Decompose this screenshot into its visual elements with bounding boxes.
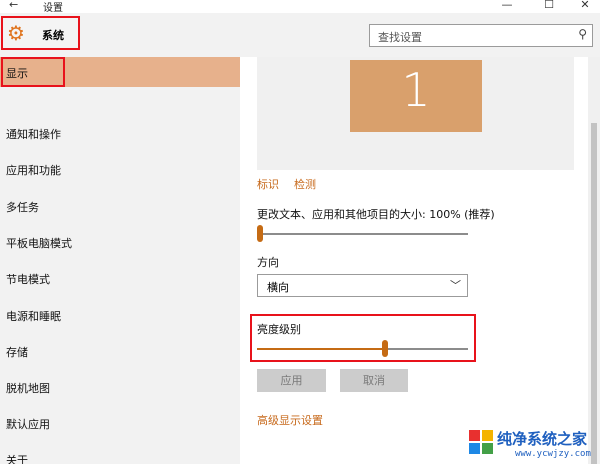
display-settings-panel: 1 标识 检测 更改文本、应用和其他项目的大小: 100% (推荐) 方向 横向… (240, 57, 588, 464)
back-arrow-icon[interactable]: ← (9, 0, 18, 11)
sidebar-item-label: 通知和操作 (6, 128, 61, 141)
chevron-down-icon: ﹀ (450, 279, 461, 292)
header: ⚙ 系统 查找设置 ⚲ (0, 13, 600, 57)
detect-link[interactable]: 检测 (294, 176, 316, 192)
sidebar-item-label: 多任务 (6, 201, 39, 214)
scale-slider-thumb[interactable] (257, 225, 263, 242)
watermark: 纯净系统之家 www.ycwjzy.com (467, 427, 600, 464)
scrollbar[interactable] (588, 57, 600, 464)
scale-label: 更改文本、应用和其他项目的大小: 100% (推荐) (257, 208, 495, 221)
watermark-url: www.ycwjzy.com (515, 449, 591, 459)
orientation-select[interactable]: 横向 ﹀ (257, 274, 468, 297)
search-input[interactable]: 查找设置 ⚲ (369, 24, 593, 47)
sidebar-item-power-sleep[interactable]: 电源和睡眠 (0, 300, 240, 330)
sidebar-item-label: 应用和功能 (6, 164, 61, 177)
sidebar-item-battery-saver[interactable]: 节电模式 (0, 263, 240, 293)
title-bar: ← 设置 — ☐ ✕ (0, 0, 600, 14)
sidebar-item-label: 脱机地图 (6, 382, 50, 395)
sidebar-item-display[interactable]: 显示 (0, 57, 240, 87)
sidebar-item-label: 默认应用 (6, 418, 50, 431)
selection-highlight-box (1, 57, 65, 87)
search-icon[interactable]: ⚲ (578, 27, 587, 41)
sidebar-item-storage[interactable]: 存储 (0, 336, 240, 366)
sidebar-item-label: 平板电脑模式 (6, 237, 72, 250)
monitor-number: 1 (401, 63, 431, 117)
category-title: 系统 (42, 29, 64, 42)
identify-link[interactable]: 标识 (257, 176, 279, 192)
minimize-icon[interactable]: — (497, 0, 517, 11)
cancel-button[interactable]: 取消 (340, 369, 408, 392)
watermark-text: 纯净系统之家 (497, 430, 588, 448)
sidebar-item-multitasking[interactable]: 多任务 (0, 191, 240, 221)
sidebar-item-default-apps[interactable]: 默认应用 (0, 408, 240, 438)
close-icon[interactable]: ✕ (575, 0, 595, 11)
sidebar-item-apps[interactable]: 应用和功能 (0, 154, 240, 184)
sidebar-item-tablet-mode[interactable]: 平板电脑模式 (0, 227, 240, 257)
sidebar: 显示 通知和操作 应用和功能 多任务 平板电脑模式 节电模式 电源和睡眠 存储 … (0, 57, 240, 464)
sidebar-item-label: 电源和睡眠 (6, 310, 61, 323)
sidebar-item-offline-maps[interactable]: 脱机地图 (0, 372, 240, 402)
scrollbar-thumb[interactable] (591, 123, 597, 464)
maximize-icon[interactable]: ☐ (539, 0, 559, 11)
sidebar-item-notifications[interactable]: 通知和操作 (0, 118, 240, 148)
brightness-label: 亮度级别 (257, 323, 301, 336)
brightness-slider-thumb[interactable] (382, 340, 389, 357)
system-category[interactable]: ⚙ 系统 (1, 16, 80, 50)
monitor-preview-area: 1 (257, 57, 574, 170)
orientation-label: 方向 (257, 256, 279, 269)
sidebar-item-label: 关于 (6, 454, 28, 464)
advanced-display-settings-link[interactable]: 高级显示设置 (257, 412, 323, 428)
orientation-value: 横向 (267, 281, 289, 294)
search-placeholder: 查找设置 (378, 31, 422, 44)
sidebar-item-label: 节电模式 (6, 273, 50, 286)
sidebar-item-about[interactable]: 关于 (0, 444, 240, 464)
apply-button[interactable]: 应用 (257, 369, 326, 392)
watermark-logo-icon (469, 430, 493, 454)
monitor-tile[interactable]: 1 (350, 60, 482, 132)
gear-icon: ⚙ (7, 21, 25, 45)
window-title: 设置 (43, 3, 63, 14)
brightness-slider-fill (257, 348, 383, 350)
sidebar-item-label: 存储 (6, 346, 28, 359)
scale-slider[interactable] (257, 233, 468, 235)
